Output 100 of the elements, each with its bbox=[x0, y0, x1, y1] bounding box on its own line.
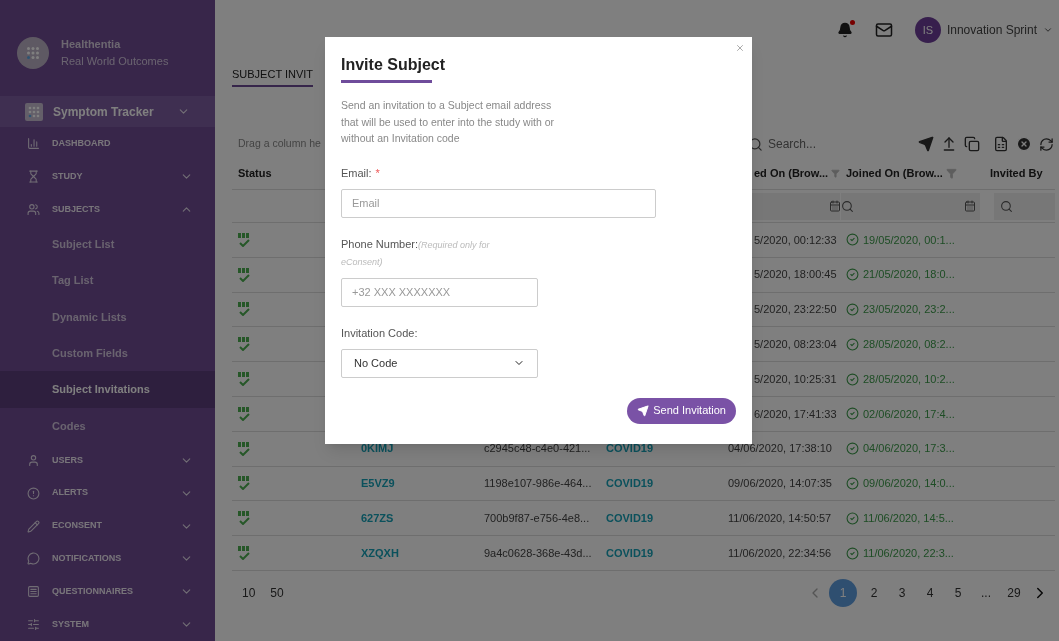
spreadsheet-icon[interactable] bbox=[993, 136, 1009, 152]
column-header[interactable]: Invited By bbox=[990, 165, 1043, 182]
table-cell-text: 28/05/2020, 08:2... bbox=[863, 337, 955, 353]
check-circle-icon bbox=[846, 407, 859, 421]
check-circle-icon bbox=[846, 372, 859, 386]
required-mark: * bbox=[375, 165, 380, 181]
field-label: Email: bbox=[341, 165, 372, 181]
spellcheck-icon bbox=[238, 372, 250, 387]
user-avatar[interactable]: IS bbox=[914, 17, 941, 43]
table-cell[interactable]: 627ZS bbox=[361, 512, 394, 524]
table-cell-text: 28/05/2020, 10:2... bbox=[863, 371, 955, 387]
nav-item[interactable]: SYSTEM bbox=[0, 608, 215, 641]
nav-item[interactable]: ALERTS bbox=[0, 476, 215, 510]
refresh-icon[interactable] bbox=[1039, 136, 1054, 152]
search-field[interactable]: Search... bbox=[768, 135, 853, 153]
nav-item[interactable]: NOTIFICATIONS bbox=[0, 542, 215, 576]
check-circle-icon bbox=[846, 268, 859, 282]
page-link[interactable]: 29 bbox=[1003, 578, 1025, 607]
column-header[interactable]: ed On (Brow... bbox=[754, 165, 829, 182]
table-cell: 9a4c0628-368e-43d... bbox=[484, 546, 592, 559]
user-icon bbox=[27, 453, 40, 467]
check-circle-icon bbox=[846, 476, 859, 490]
send-invitation-button[interactable]: Send Invitation bbox=[627, 397, 736, 424]
nav-item[interactable]: STUDY bbox=[0, 160, 215, 194]
table-cell: 5/2020, 00:12:33 bbox=[754, 233, 837, 246]
table-cell: COVID19 bbox=[606, 442, 654, 455]
mail-icon[interactable] bbox=[874, 21, 893, 39]
table-cell-text: 04/06/2020, 17:3... bbox=[863, 441, 955, 457]
alert-icon bbox=[27, 486, 40, 500]
table-cell[interactable]: E5VZ9 bbox=[361, 477, 395, 490]
page-size-option[interactable]: 10 bbox=[242, 583, 256, 602]
page-link[interactable]: 2 bbox=[863, 578, 885, 607]
hourglass-icon bbox=[27, 170, 40, 184]
input-field[interactable]: Email bbox=[341, 188, 656, 218]
field-label: Invitation Code: bbox=[341, 325, 418, 341]
table-cell: c2945c48-c4e0-421... bbox=[484, 442, 591, 455]
field-label: Phone Number:(Required only for eConsent) bbox=[341, 236, 491, 269]
check-circle-icon bbox=[846, 303, 859, 316]
table-cell: 6/2020, 17:41:33 bbox=[754, 407, 837, 420]
column-header[interactable]: Joined On (Brow... bbox=[846, 165, 943, 182]
select-field[interactable]: No Code bbox=[341, 348, 538, 378]
spellcheck-icon bbox=[238, 232, 250, 247]
upload-icon[interactable] bbox=[941, 136, 957, 152]
table-cell-text: 23/05/2020, 23:2... bbox=[863, 302, 955, 318]
table-cell: 5/2020, 18:00:45 bbox=[754, 268, 837, 281]
sub-nav-item[interactable]: Dynamic Lists bbox=[0, 298, 215, 335]
send-icon[interactable] bbox=[918, 136, 934, 152]
table-cell: COVID19 bbox=[606, 546, 654, 559]
table-cell: 04/06/2020, 17:38:10 bbox=[728, 442, 832, 455]
calendar-icon[interactable] bbox=[829, 200, 841, 212]
table-cell: 11/06/2020, 22:34:56 bbox=[728, 546, 832, 559]
table-cell: COVID19 bbox=[606, 512, 654, 524]
filter-input[interactable] bbox=[994, 192, 1055, 220]
table-cell-text: 02/06/2020, 17:4... bbox=[863, 406, 955, 422]
pencil-icon bbox=[27, 519, 40, 533]
table-cell: COVID19 bbox=[606, 477, 654, 490]
spellcheck-icon bbox=[238, 511, 250, 526]
table-cell[interactable]: XZQXH bbox=[361, 546, 399, 559]
page-link[interactable]: 5 bbox=[947, 578, 969, 607]
table-cell-text: 21/05/2020, 18:0... bbox=[863, 267, 955, 283]
table-cell[interactable]: 0KIMJ bbox=[361, 442, 394, 455]
page-link[interactable]: ... bbox=[975, 578, 997, 607]
nav-item[interactable]: QUESTIONNAIRES bbox=[0, 575, 215, 609]
page-size-option[interactable]: 50 bbox=[270, 583, 284, 602]
table-cell-text: 11/06/2020, 22:3... bbox=[863, 545, 954, 561]
nav-item[interactable]: DASHBOARD bbox=[0, 127, 215, 161]
page-link[interactable]: 4 bbox=[919, 578, 941, 607]
input-field[interactable]: +32 XXX XXXXXXX bbox=[341, 277, 538, 307]
check-circle-icon bbox=[846, 442, 859, 456]
spellcheck-icon bbox=[238, 476, 250, 491]
brand-name: Healthentia bbox=[61, 37, 122, 53]
speech-bubble-icon bbox=[27, 552, 40, 566]
notification-bell-icon[interactable] bbox=[836, 22, 853, 38]
clear-icon[interactable] bbox=[1016, 136, 1032, 152]
dialog-description: Send an invitation to a Subject email address that will be used to enter into the study with or without an Invitation code bbox=[341, 98, 556, 146]
page-link[interactable]: 1 bbox=[829, 578, 857, 607]
spellcheck-icon bbox=[238, 337, 250, 352]
check-circle-icon bbox=[846, 337, 859, 351]
page-tab[interactable]: SUBJECT INVIT bbox=[232, 66, 314, 87]
table-cell: 5/2020, 23:22:50 bbox=[754, 303, 837, 316]
nav-item[interactable]: SUBJECTS bbox=[0, 193, 215, 226]
spellcheck-icon bbox=[238, 441, 250, 456]
nav-item[interactable]: ECONSENT bbox=[0, 509, 215, 543]
sliders-icon bbox=[27, 618, 40, 632]
table-cell: 5/2020, 10:25:31 bbox=[754, 372, 837, 385]
column-header[interactable]: Status bbox=[238, 165, 272, 182]
page-link[interactable]: 3 bbox=[891, 578, 913, 607]
project-selector[interactable]: Symptom Tracker bbox=[0, 95, 215, 128]
spellcheck-icon bbox=[238, 267, 250, 282]
table-cell-text: 11/06/2020, 14:5... bbox=[863, 511, 954, 526]
chevron-icon bbox=[1043, 25, 1053, 35]
copy-icon[interactable] bbox=[964, 136, 980, 152]
user-name[interactable]: Innovation Sprint bbox=[946, 21, 1037, 39]
nav-item[interactable]: USERS bbox=[0, 443, 215, 477]
search-icon bbox=[841, 199, 854, 213]
calendar-icon[interactable] bbox=[964, 200, 976, 212]
sub-nav-item[interactable]: Subject List bbox=[0, 225, 215, 263]
sub-nav-item[interactable]: Tag List bbox=[0, 262, 215, 299]
spellcheck-icon bbox=[238, 302, 250, 317]
sub-nav-item[interactable]: Subject Invitations bbox=[0, 371, 215, 408]
